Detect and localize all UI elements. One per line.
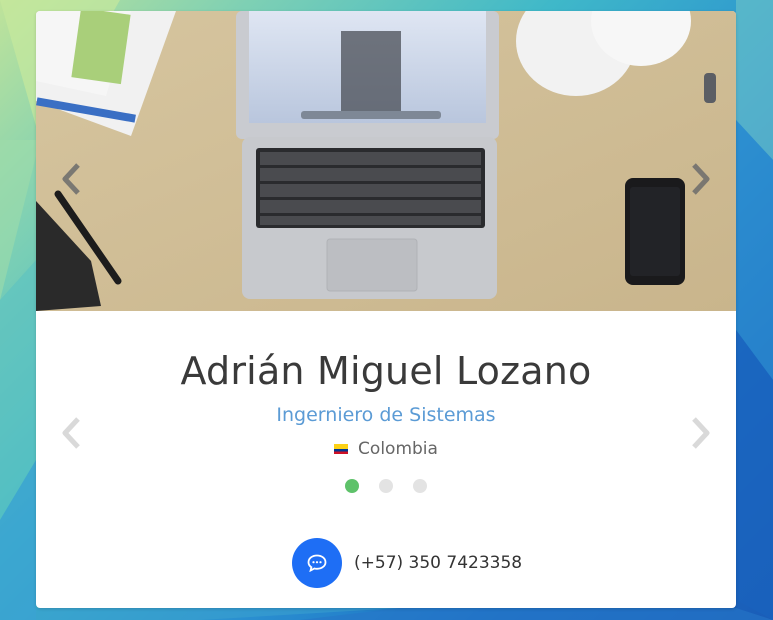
profile-country: Colombia xyxy=(36,439,736,459)
chat-bubble-icon xyxy=(307,554,327,572)
chevron-right-icon xyxy=(692,417,710,449)
profile-role: Ingerniero de Sistemas xyxy=(276,404,496,426)
carousel-dot-3[interactable] xyxy=(413,479,427,493)
chevron-left-icon xyxy=(62,417,80,449)
profile-name: Adrián Miguel Lozano xyxy=(180,349,592,393)
contact-row: (+57) 350 7423358 xyxy=(292,538,522,588)
hero-image xyxy=(36,11,736,311)
carousel-dot-2[interactable] xyxy=(379,479,393,493)
chat-button[interactable] xyxy=(292,538,342,588)
profile-card: Adrián Miguel Lozano Ingerniero de Siste… xyxy=(36,11,736,608)
chevron-left-icon xyxy=(62,163,80,195)
profile-prev-arrow[interactable] xyxy=(56,413,86,453)
hero-next-arrow[interactable] xyxy=(686,159,716,199)
desk-photo xyxy=(36,11,736,311)
carousel-dots xyxy=(36,479,736,493)
phone-number[interactable]: (+57) 350 7423358 xyxy=(354,553,522,573)
hero-prev-arrow[interactable] xyxy=(56,159,86,199)
chevron-right-icon xyxy=(692,163,710,195)
country-label: Colombia xyxy=(358,439,438,459)
profile-next-arrow[interactable] xyxy=(686,413,716,453)
flag-colombia-icon xyxy=(334,444,349,454)
carousel-dot-1[interactable] xyxy=(345,479,359,493)
